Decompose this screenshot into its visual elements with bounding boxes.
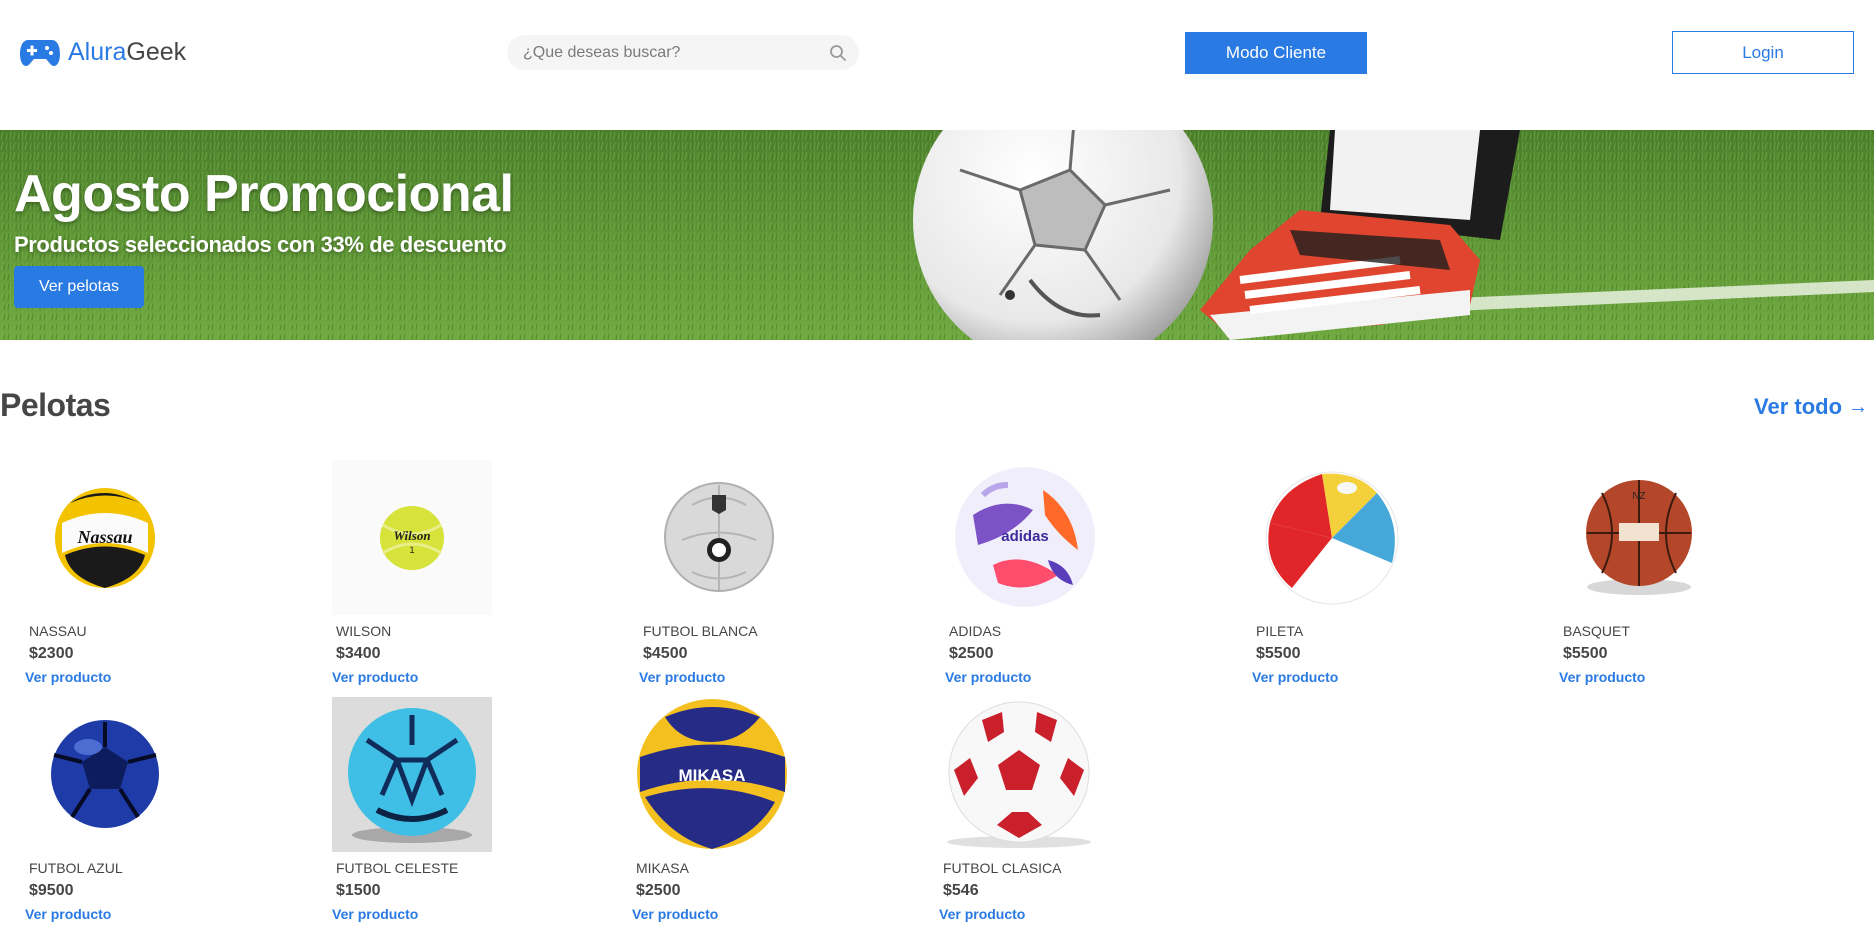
product-name: BASQUET [1563, 623, 1630, 639]
view-product-link[interactable]: Ver producto [945, 669, 1031, 685]
product-card: Wilson 1 WILSON $3400 Ver producto [332, 460, 612, 690]
product-image[interactable] [639, 460, 799, 615]
svg-text:Wilson: Wilson [393, 528, 430, 543]
login-button[interactable]: Login [1672, 31, 1854, 74]
product-name: FUTBOL AZUL [29, 860, 123, 876]
view-product-link[interactable]: Ver producto [639, 669, 725, 685]
product-card: FUTBOL CELESTE $1500 Ver producto [332, 697, 612, 927]
product-image[interactable] [1252, 460, 1412, 615]
svg-text:Nassau: Nassau [76, 527, 132, 547]
product-image[interactable]: NZ [1559, 460, 1719, 615]
product-name: FUTBOL BLANCA [643, 623, 758, 639]
search-bar [507, 35, 859, 70]
product-price: $2300 [29, 645, 74, 662]
tennis-ball-image: Wilson 1 [380, 505, 444, 570]
svg-text:NZ: NZ [1632, 491, 1645, 502]
volleyball-image: Nassau [55, 487, 155, 588]
gamepad-icon [20, 40, 60, 66]
view-product-link[interactable]: Ver producto [332, 669, 418, 685]
promo-banner: Agosto Promocional Productos seleccionad… [0, 130, 1874, 340]
view-product-link[interactable]: Ver producto [25, 906, 111, 922]
view-product-link[interactable]: Ver producto [25, 669, 111, 685]
product-name: PILETA [1256, 623, 1304, 639]
basketball-image: NZ [1585, 480, 1692, 595]
product-card: adidas ADIDAS $2500 Ver producto [945, 460, 1225, 690]
soccer-ball-white-image [663, 482, 774, 592]
product-name: ADIDAS [949, 623, 1002, 639]
adidas-ball-image: adidas [954, 467, 1095, 607]
see-balls-button[interactable]: Ver pelotas [14, 266, 144, 308]
view-product-link[interactable]: Ver producto [1559, 669, 1645, 685]
search-icon[interactable] [829, 44, 847, 62]
logo[interactable]: AluraGeek [20, 36, 186, 68]
volleyball-mikasa-image: MIKASA [636, 699, 787, 849]
product-price: $5500 [1256, 645, 1301, 662]
logo-text: AluraGeek [68, 38, 187, 66]
section-title: Pelotas [0, 387, 111, 423]
view-product-link[interactable]: Ver producto [332, 906, 418, 922]
product-name: MIKASA [636, 860, 689, 876]
see-all-label: Ver todo [1754, 394, 1843, 419]
product-price: $5500 [1563, 645, 1608, 662]
product-name: FUTBOL CELESTE [336, 860, 459, 876]
product-image[interactable]: adidas [945, 460, 1105, 615]
product-card: MIKASA MIKASA $2500 Ver producto [632, 697, 912, 927]
see-all-link[interactable]: Ver todo → [1754, 394, 1868, 420]
banner-title: Agosto Promocional [14, 165, 514, 223]
product-price: $3400 [336, 645, 381, 662]
beach-ball-image [1265, 471, 1399, 604]
product-card: PILETA $5500 Ver producto [1252, 460, 1532, 690]
arrow-right-icon: → [1848, 395, 1869, 418]
product-card: FUTBOL BLANCA $4500 Ver producto [639, 460, 919, 690]
product-image[interactable]: MIKASA [632, 697, 792, 852]
product-price: $9500 [29, 882, 74, 899]
product-image[interactable] [939, 697, 1099, 852]
product-price: $2500 [949, 645, 994, 662]
product-card: NZ BASQUET $5500 Ver producto [1559, 460, 1839, 690]
svg-text:MIKASA: MIKASA [678, 766, 745, 785]
product-image[interactable]: Nassau [25, 460, 185, 615]
view-product-link[interactable]: Ver producto [1252, 669, 1338, 685]
view-product-link[interactable]: Ver producto [632, 906, 718, 922]
svg-text:adidas: adidas [1001, 528, 1049, 545]
soccer-ball-light-blue-image [348, 707, 476, 843]
product-price: $546 [943, 882, 979, 899]
product-name: NASSAU [29, 623, 87, 639]
mode-client-button[interactable]: Modo Cliente [1185, 32, 1367, 74]
product-card: Nassau NASSAU $2300 Ver producto [25, 460, 305, 690]
soccer-ball-blue-image [50, 720, 159, 828]
soccer-ball-classic-image [946, 701, 1091, 848]
product-image[interactable] [25, 697, 185, 852]
product-price: $2500 [636, 882, 681, 899]
site-header: AluraGeek Modo Cliente Login [0, 0, 1874, 130]
product-card: FUTBOL AZUL $9500 Ver producto [25, 697, 305, 927]
product-card: FUTBOL CLASICA $546 Ver producto [939, 697, 1219, 927]
product-price: $1500 [336, 882, 381, 899]
banner-subtitle: Productos seleccionados con 33% de descu… [14, 232, 507, 257]
product-name: FUTBOL CLASICA [943, 860, 1062, 876]
product-name: WILSON [336, 623, 392, 639]
product-price: $4500 [643, 645, 688, 662]
svg-text:1: 1 [409, 545, 414, 555]
search-input[interactable] [523, 35, 823, 70]
view-product-link[interactable]: Ver producto [939, 906, 1025, 922]
product-image[interactable]: Wilson 1 [332, 460, 492, 615]
product-image[interactable] [332, 697, 492, 852]
